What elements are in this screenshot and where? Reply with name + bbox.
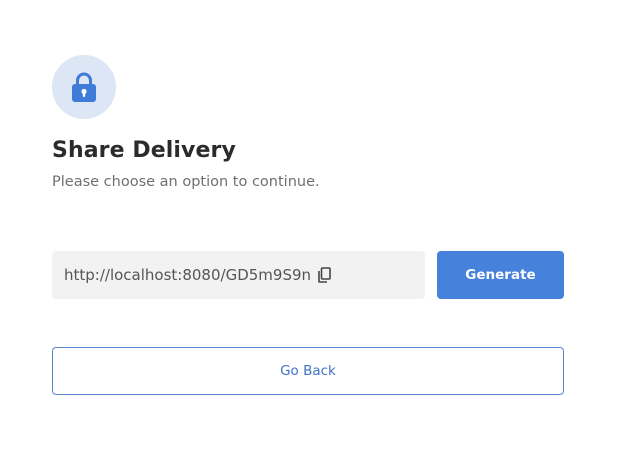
lock-icon-badge [52, 55, 116, 119]
go-back-button[interactable]: Go Back [52, 347, 564, 395]
copy-icon[interactable] [317, 267, 331, 283]
lock-icon [71, 71, 97, 103]
page-title: Share Delivery [52, 138, 236, 163]
generate-button[interactable]: Generate [437, 251, 564, 299]
share-delivery-page: Share Delivery Please choose an option t… [0, 0, 619, 455]
share-link-field[interactable]: http://localhost:8080/GD5m9S9n [52, 251, 425, 299]
page-subtitle: Please choose an option to continue. [52, 174, 320, 190]
share-link-text[interactable]: http://localhost:8080/GD5m9S9n [64, 266, 311, 284]
